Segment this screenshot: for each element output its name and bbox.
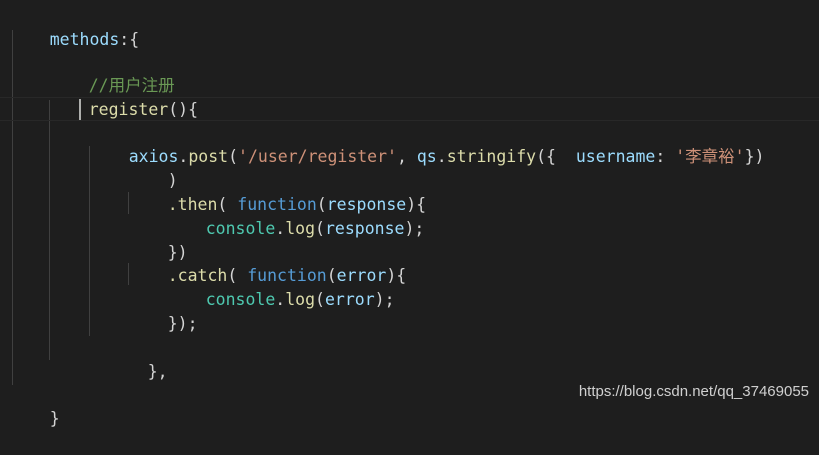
token-punctuation: ({	[536, 147, 576, 166]
token-punctuation: );	[374, 290, 395, 309]
token-identifier: response	[324, 219, 405, 238]
code-line-13[interactable]: });	[128, 288, 198, 333]
code-line-4[interactable]: register(){	[49, 74, 198, 119]
token-class: console	[205, 219, 276, 238]
token-punctuation: :{	[119, 30, 140, 49]
token-punctuation: .	[275, 219, 286, 238]
token-function: stringify	[446, 147, 537, 166]
token-identifier: methods	[49, 30, 120, 49]
token-property: username	[575, 147, 656, 166]
token-punctuation: });	[167, 314, 198, 333]
code-line-9[interactable]: console.log(response);	[166, 193, 425, 238]
code-line-3[interactable]: //用户注册	[49, 50, 175, 95]
token-punctuation: :	[655, 147, 676, 166]
code-editor[interactable]: methods:{ //用户注册 register(){ axios.post(…	[0, 0, 819, 428]
code-line-10[interactable]: })	[128, 217, 188, 262]
token-identifier: qs	[416, 147, 437, 166]
watermark-url: https://blog.csdn.net/qq_37469055	[578, 383, 809, 400]
token-string: '李章裕'	[675, 147, 745, 166]
token-identifier: error	[324, 290, 375, 309]
token-punctuation: (	[228, 147, 239, 166]
code-line-1[interactable]: methods:{	[10, 4, 139, 49]
token-punctuation: (){	[168, 100, 199, 119]
token-punctuation: (	[315, 219, 325, 238]
token-punctuation: .	[436, 147, 447, 166]
token-function: register	[88, 100, 169, 119]
token-punctuation: ,	[397, 147, 417, 166]
token-function: log	[285, 219, 316, 238]
token-punctuation: })	[744, 147, 765, 166]
code-line-7[interactable]: )	[128, 145, 178, 190]
token-punctuation: .	[178, 147, 189, 166]
token-punctuation: }	[49, 409, 60, 428]
token-punctuation: },	[147, 362, 168, 381]
code-line-8[interactable]: .then( function(response){	[128, 169, 426, 214]
token-punctuation: .	[275, 290, 286, 309]
indent-guide	[12, 30, 13, 385]
token-class: console	[205, 290, 276, 309]
code-line-11[interactable]: .catch( function(error){	[128, 240, 406, 285]
code-line-6[interactable]: axios.post('/user/register', qs.stringif…	[89, 121, 765, 166]
code-line-17[interactable]: }	[10, 383, 60, 428]
token-function: post	[188, 147, 229, 166]
code-line-12[interactable]: console.log(error);	[166, 264, 395, 309]
token-punctuation: );	[404, 219, 425, 238]
token-function: log	[285, 290, 316, 309]
token-string: '/user/register'	[238, 147, 397, 166]
code-line-15[interactable]: },	[108, 336, 168, 381]
token-punctuation: (	[315, 290, 325, 309]
